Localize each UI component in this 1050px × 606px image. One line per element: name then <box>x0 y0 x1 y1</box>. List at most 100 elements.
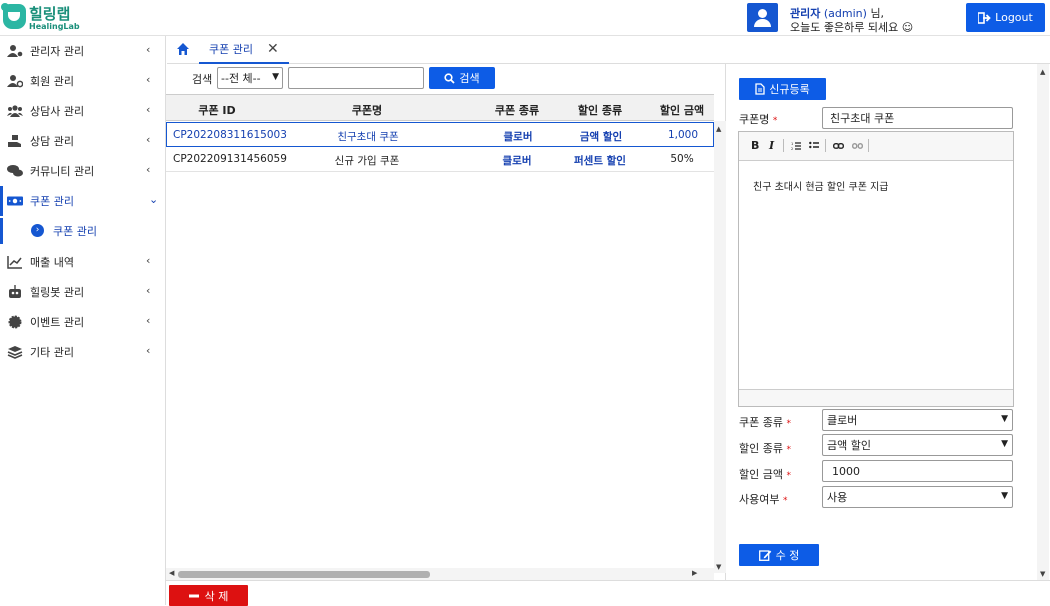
column-header[interactable]: 할인 금액 <box>654 102 710 118</box>
coupon-detail-panel: 신규등록 쿠폰명 * 친구초대 쿠폰 B I 12 친구 초대시 현금 할인 쿠… <box>726 64 1037 580</box>
bullet-list-icon[interactable] <box>809 141 819 151</box>
unlink-icon[interactable] <box>852 142 863 150</box>
rich-text-editor[interactable]: B I 12 친구 초대시 현금 할인 쿠폰 지급 <box>738 131 1014 407</box>
coupon-type-select[interactable]: 클로버 ▼ <box>822 409 1013 431</box>
discount-amount-label: 할인 금액 * <box>739 466 791 482</box>
chevron-left-icon: ‹ <box>146 284 151 297</box>
layers-icon <box>7 346 23 359</box>
editor-resize-bar[interactable] <box>739 389 1013 406</box>
delete-label: 삭 제 <box>204 589 229 603</box>
logout-icon <box>978 11 991 24</box>
required-mark: * <box>786 445 791 455</box>
discount-type-select[interactable]: 금액 할인 ▼ <box>822 434 1013 456</box>
scroll-right-icon[interactable]: ▶ <box>692 569 697 577</box>
sidebar-item-admin[interactable]: 관리자 관리 ‹ <box>0 36 165 66</box>
cell-discount-type: 퍼센트 할인 <box>574 155 626 167</box>
logo-text: 힐링랩 <box>29 5 71 23</box>
chevron-left-icon: ‹ <box>146 314 151 327</box>
sidebar-item-label: 기타 관리 <box>30 346 74 359</box>
tab-label: 쿠폰 관리 <box>209 43 253 56</box>
table-row[interactable]: CP202208311615003 친구초대 쿠폰 클로버 금액 할인 1,00… <box>166 122 714 147</box>
column-header[interactable]: 쿠폰 ID <box>172 102 262 118</box>
chevron-down-icon: ▼ <box>1001 414 1008 424</box>
edit-icon <box>758 550 771 561</box>
sidebar-item-consultations[interactable]: 상담 관리 ‹ <box>0 126 165 156</box>
sidebar-item-etc[interactable]: 기타 관리 ‹ <box>0 337 165 367</box>
required-mark: * <box>782 496 788 506</box>
sidebar-item-members[interactable]: 회원 관리 ‹ <box>0 66 165 96</box>
sidebar-item-events[interactable]: 이벤트 관리 ‹ <box>0 307 165 337</box>
toolbar-divider <box>825 139 826 152</box>
logout-button[interactable]: Logout <box>966 3 1045 32</box>
column-header[interactable]: 쿠폰명 <box>316 102 418 118</box>
coupon-name-input[interactable]: 친구초대 쿠폰 <box>822 107 1013 129</box>
detail-vertical-scrollbar[interactable]: ▲ ▼ <box>1037 64 1049 580</box>
logout-label: Logout <box>995 11 1033 24</box>
scrollbar-thumb[interactable] <box>178 571 430 578</box>
ordered-list-icon[interactable]: 12 <box>791 141 801 151</box>
scroll-up-icon[interactable]: ▲ <box>1040 68 1045 76</box>
sidebar-item-community[interactable]: 커뮤니티 관리 ‹ <box>0 156 165 186</box>
grid-vertical-scrollbar[interactable]: ▲ ▼ <box>714 121 726 573</box>
sidebar-item-label: 이벤트 관리 <box>30 316 85 329</box>
link-icon[interactable] <box>833 142 844 150</box>
comments-icon <box>7 165 23 177</box>
scroll-up-icon[interactable]: ▲ <box>716 125 721 133</box>
use-status-select[interactable]: 사용 ▼ <box>822 486 1013 508</box>
sidebar-item-counselors[interactable]: 상담사 관리 ‹ <box>0 96 165 126</box>
grid-horizontal-scrollbar[interactable]: ◀ ▶ <box>166 568 714 580</box>
sidebar-subitem-coupons[interactable]: › 쿠폰 관리 <box>0 218 165 244</box>
home-icon[interactable] <box>176 42 190 56</box>
close-icon[interactable]: ✕ <box>267 41 279 57</box>
chevron-left-icon: ‹ <box>146 344 151 357</box>
sidebar-item-sales[interactable]: 매출 내역 ‹ <box>0 247 165 277</box>
chevron-left-icon: ‹ <box>146 133 151 146</box>
sidebar-item-coupons[interactable]: 쿠폰 관리 ⌄ <box>0 186 165 216</box>
discount-type-label: 할인 종류 * <box>739 440 791 456</box>
search-button[interactable]: 검색 <box>429 67 495 89</box>
cell-coupon-name: 친구초대 쿠폰 <box>337 131 399 143</box>
table-row[interactable]: CP202209131456059 신규 가입 쿠폰 클로버 퍼센트 할인 50… <box>166 147 714 172</box>
hand-holding-icon <box>8 135 21 147</box>
user-avatar-icon <box>747 3 778 32</box>
tab-bar: 쿠폰 관리 ✕ <box>167 36 1050 64</box>
required-mark: * <box>786 419 791 429</box>
search-filter-select[interactable]: --전 체-- ▼ <box>217 67 283 89</box>
editor-content[interactable]: 친구 초대시 현금 할인 쿠폰 지급 <box>753 178 889 193</box>
column-header[interactable]: 할인 종류 <box>566 102 634 118</box>
discount-amount-input[interactable]: 1000 <box>822 460 1013 482</box>
scroll-down-icon[interactable]: ▼ <box>716 563 721 571</box>
svg-text:2: 2 <box>791 147 793 151</box>
chevron-down-icon: ▼ <box>1001 439 1008 449</box>
logo[interactable]: 힐링랩 HealingLab <box>1 3 93 33</box>
cell-coupon-name: 신규 가입 쿠폰 <box>334 155 400 167</box>
chevron-left-icon: ‹ <box>146 73 151 86</box>
bold-button[interactable]: B <box>751 139 759 152</box>
tab-coupon-management[interactable]: 쿠폰 관리 ✕ <box>199 36 289 64</box>
scroll-down-icon[interactable]: ▼ <box>1040 570 1045 578</box>
scroll-left-icon[interactable]: ◀ <box>169 569 174 577</box>
chevron-circle-right-icon: › <box>31 224 44 237</box>
sidebar-item-label: 상담사 관리 <box>30 105 85 118</box>
update-button[interactable]: 수 정 <box>739 544 819 566</box>
new-coupon-button[interactable]: 신규등록 <box>739 78 826 100</box>
chevron-left-icon: ‹ <box>146 103 151 116</box>
column-header[interactable]: 쿠폰 종류 <box>484 102 550 118</box>
discount-type-label-text: 할인 종류 <box>739 442 783 455</box>
sidebar-item-label: 힐링봇 관리 <box>30 286 85 299</box>
required-mark: * <box>772 116 778 126</box>
coupon-type-label: 쿠폰 종류 * <box>739 414 791 430</box>
update-label: 수 정 <box>775 549 800 562</box>
greeting-text: 오늘도 좋은하루 되세요 ☺ <box>790 21 914 34</box>
use-status-label-text: 사용여부 <box>739 493 780 506</box>
search-icon <box>444 72 456 84</box>
coupon-grid: 쿠폰 ID 쿠폰명 쿠폰 종류 할인 종류 할인 금액 CP2022083116… <box>166 94 726 580</box>
coupon-type-value: 클로버 <box>827 414 858 427</box>
italic-button[interactable]: I <box>769 139 774 152</box>
sidebar-item-healingbot[interactable]: 힐링봇 관리 ‹ <box>0 277 165 307</box>
delete-button[interactable]: 삭 제 <box>169 585 248 606</box>
search-input[interactable] <box>288 67 424 89</box>
chart-line-icon <box>7 256 22 269</box>
sidebar-item-label: 관리자 관리 <box>30 45 85 58</box>
minus-icon <box>188 594 199 597</box>
